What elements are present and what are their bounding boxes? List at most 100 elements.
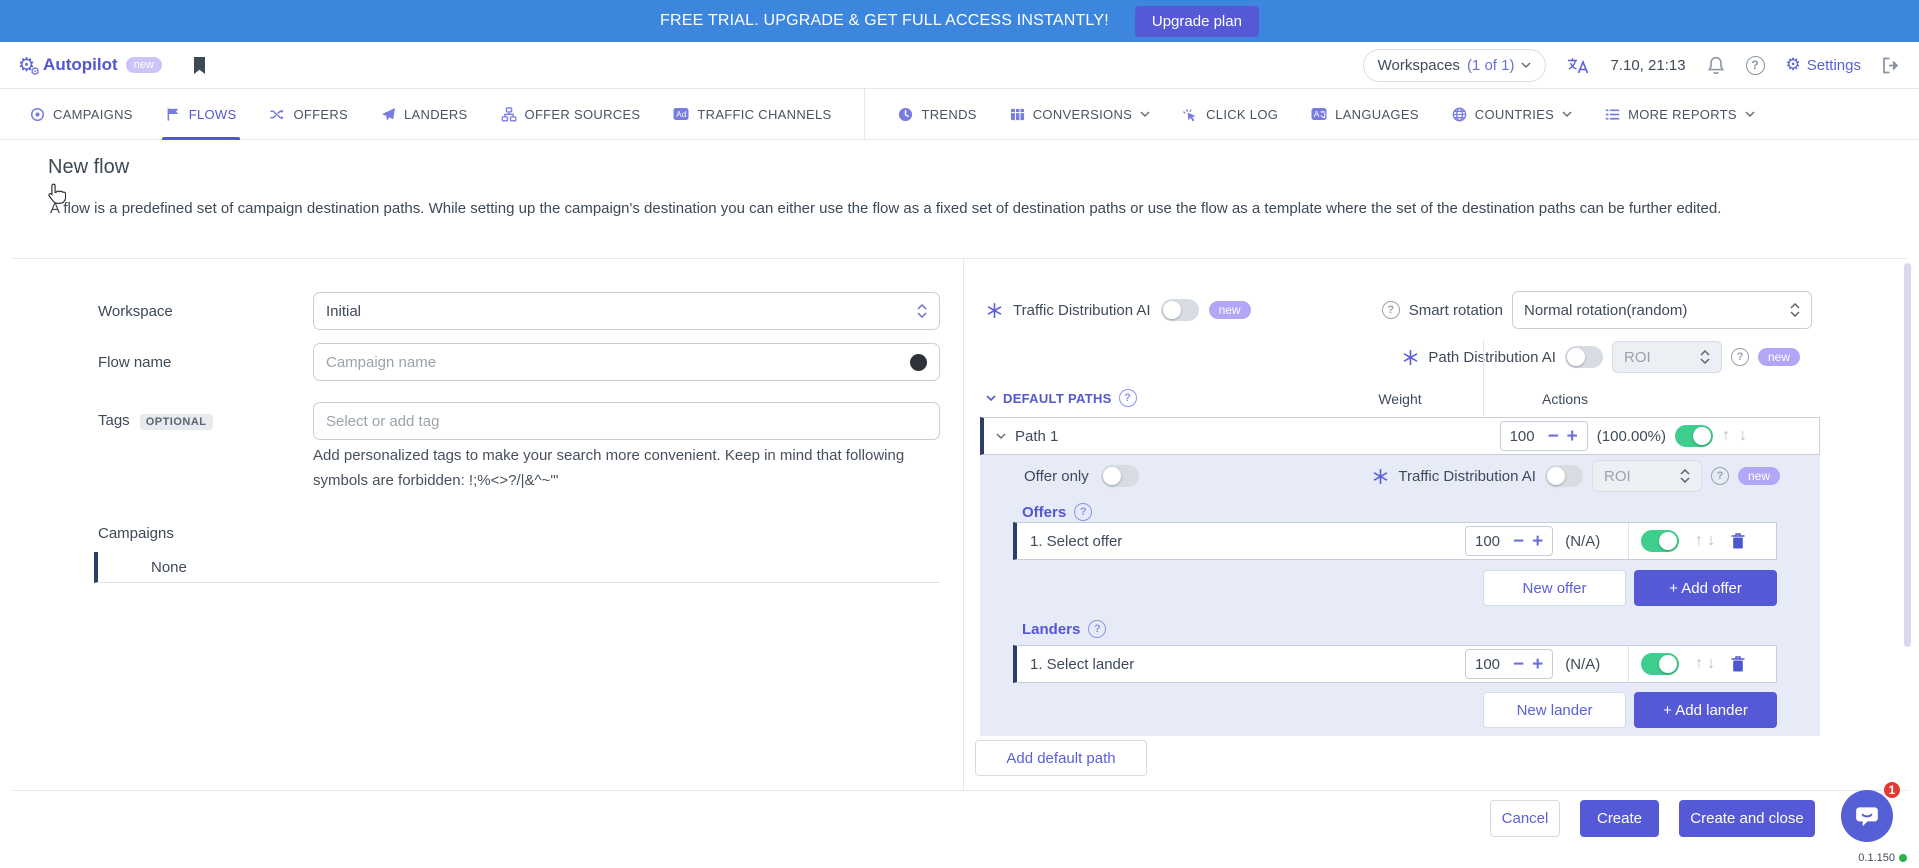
trash-icon[interactable] (1731, 533, 1745, 549)
workspace-value: Initial (326, 303, 361, 320)
path-traffic-ai-label: Traffic Distribution AI (1398, 468, 1536, 485)
logout-icon[interactable] (1882, 57, 1901, 74)
workspace-select[interactable]: Initial (313, 292, 940, 330)
clock-icon (898, 107, 913, 122)
nav-label: COUNTRIES (1475, 107, 1554, 122)
nav-tab-conversions[interactable]: CONVERSIONS (1010, 89, 1150, 140)
new-offer-button[interactable]: New offer (1483, 570, 1626, 606)
language-icon: A (1311, 107, 1327, 121)
panel-scrollbar[interactable] (1904, 263, 1911, 647)
offer-weight-input[interactable] (1475, 533, 1505, 550)
campaigns-list-item[interactable]: None (94, 552, 940, 583)
path-ai-help-icon[interactable]: ? (1731, 348, 1749, 366)
chevron-down-icon[interactable] (996, 433, 1006, 439)
help-icon[interactable]: ? (1746, 56, 1765, 75)
minus-icon[interactable]: − (1513, 532, 1524, 551)
translate-icon[interactable] (1567, 57, 1589, 74)
nav-tab-traffic-channels[interactable]: Ad TRAFFIC CHANNELS (673, 89, 831, 140)
campaigns-label: Campaigns (98, 525, 174, 542)
nav-tab-flows[interactable]: FLOWS (166, 89, 237, 140)
create-and-close-button[interactable]: Create and close (1679, 800, 1815, 837)
trash-icon[interactable] (1731, 656, 1745, 672)
nav-tab-languages[interactable]: A LANGUAGES (1311, 89, 1419, 140)
nav-label: TRENDS (921, 107, 976, 122)
workspaces-selector[interactable]: Workspaces (1 of 1) (1363, 49, 1547, 82)
arrow-down-icon[interactable]: ↓ (1739, 427, 1747, 445)
nav-tab-trends[interactable]: TRENDS (898, 89, 976, 140)
arrow-up-icon[interactable]: ↑ (1695, 655, 1703, 672)
add-default-path-button[interactable]: Add default path (975, 740, 1147, 776)
default-paths-toggle[interactable]: DEFAULT PATHS ? (986, 389, 1137, 407)
svg-text:A: A (1314, 109, 1320, 119)
upgrade-plan-button[interactable]: Upgrade plan (1135, 6, 1259, 37)
bell-icon[interactable] (1707, 56, 1725, 75)
arrow-up-icon[interactable]: ↑ (1695, 532, 1703, 549)
offers-help-icon[interactable]: ? (1074, 503, 1092, 521)
brand-new-badge: new (126, 57, 162, 73)
add-lander-button[interactable]: + Add lander (1634, 692, 1777, 728)
actions-column-header: Actions (1525, 391, 1605, 407)
flow-name-input[interactable] (326, 354, 910, 371)
create-button[interactable]: Create (1580, 800, 1659, 837)
plus-icon[interactable]: + (1532, 532, 1543, 551)
nav-tab-offer-sources[interactable]: OFFER SOURCES (501, 89, 641, 140)
column-divider (963, 258, 964, 790)
smart-rotation-select[interactable]: Normal rotation(random) (1512, 291, 1812, 329)
plus-icon[interactable]: + (1567, 427, 1578, 446)
path-ai-toggle[interactable] (1565, 346, 1603, 368)
nav-tab-countries[interactable]: COUNTRIES (1452, 89, 1572, 140)
nav-tab-campaigns[interactable]: CAMPAIGNS (30, 89, 133, 140)
minus-icon[interactable]: − (1548, 427, 1559, 446)
chevron-up-down-icon (917, 304, 927, 318)
offer-enabled-toggle[interactable] (1641, 530, 1679, 552)
new-badge: new (1209, 301, 1251, 319)
path-traffic-ai-metric-select[interactable]: ROI (1592, 460, 1702, 492)
path-weight-percent: (100.00%) (1597, 428, 1666, 445)
lander-enabled-toggle[interactable] (1641, 653, 1679, 675)
flag-icon (166, 107, 181, 122)
path-enabled-toggle[interactable] (1675, 425, 1713, 447)
offer-row[interactable]: 1. Select offer − + (N/A) ↑ ↓ (1013, 522, 1777, 560)
nav-tab-landers[interactable]: LANDERS (381, 89, 468, 140)
offers-heading: Offers ? (1022, 503, 1092, 521)
arrow-down-icon[interactable]: ↓ (1707, 532, 1715, 549)
nav-tab-offers[interactable]: OFFERS (269, 89, 348, 140)
traffic-ai-toggle[interactable] (1161, 299, 1199, 321)
bookmark-icon[interactable] (192, 57, 207, 74)
lander-weight-input[interactable] (1475, 656, 1505, 673)
plus-icon[interactable]: + (1532, 655, 1543, 674)
landers-heading: Landers ? (1022, 620, 1106, 638)
path-traffic-ai-help-icon[interactable]: ? (1711, 467, 1729, 485)
arrow-down-icon[interactable]: ↓ (1707, 655, 1715, 672)
path-weight-input[interactable] (1510, 428, 1540, 445)
chevron-down-icon (986, 395, 996, 401)
minus-icon[interactable]: − (1513, 655, 1524, 674)
tags-input[interactable] (326, 413, 927, 430)
new-lander-button[interactable]: New lander (1483, 692, 1626, 728)
offer-only-toggle[interactable] (1101, 465, 1139, 487)
nav-label: MORE REPORTS (1628, 107, 1737, 122)
cancel-button[interactable]: Cancel (1490, 800, 1560, 837)
flow-color-dot[interactable] (910, 354, 927, 371)
lander-row[interactable]: 1. Select lander − + (N/A) ↑ ↓ (1013, 645, 1777, 683)
brand[interactable]: ⚙⚙ Autopilot new (18, 55, 162, 75)
nav-label: OFFER SOURCES (525, 107, 641, 122)
tags-help-text: Add personalized tags to make your searc… (313, 443, 943, 493)
landers-help-icon[interactable]: ? (1088, 620, 1106, 638)
nav-tab-more-reports[interactable]: MORE REPORTS (1605, 89, 1755, 140)
path-row[interactable]: Path 1 − + (100.00%) ↑ ↓ (980, 417, 1820, 455)
smart-rotation-help-icon[interactable]: ? (1382, 301, 1400, 319)
arrow-up-icon[interactable]: ↑ (1722, 427, 1730, 445)
chevron-down-icon (1521, 62, 1531, 68)
path-traffic-ai-toggle[interactable] (1545, 465, 1583, 487)
offer-weight-stepper: − + (1465, 526, 1553, 556)
traffic-ai-label: Traffic Distribution AI (1013, 302, 1151, 319)
path-ai-metric-select[interactable]: ROI (1612, 341, 1722, 373)
default-paths-help-icon[interactable]: ? (1119, 389, 1137, 407)
workspaces-label: Workspaces (1378, 57, 1460, 74)
add-offer-button[interactable]: + Add offer (1634, 570, 1777, 606)
nav-tab-click-log[interactable]: CLICK LOG (1183, 89, 1278, 140)
optional-badge: OPTIONAL (140, 414, 213, 430)
settings-button[interactable]: ⚙ Settings (1786, 55, 1861, 75)
path-detail-area: Offer only Traffic Distribution AI ROI ? (980, 455, 1820, 736)
